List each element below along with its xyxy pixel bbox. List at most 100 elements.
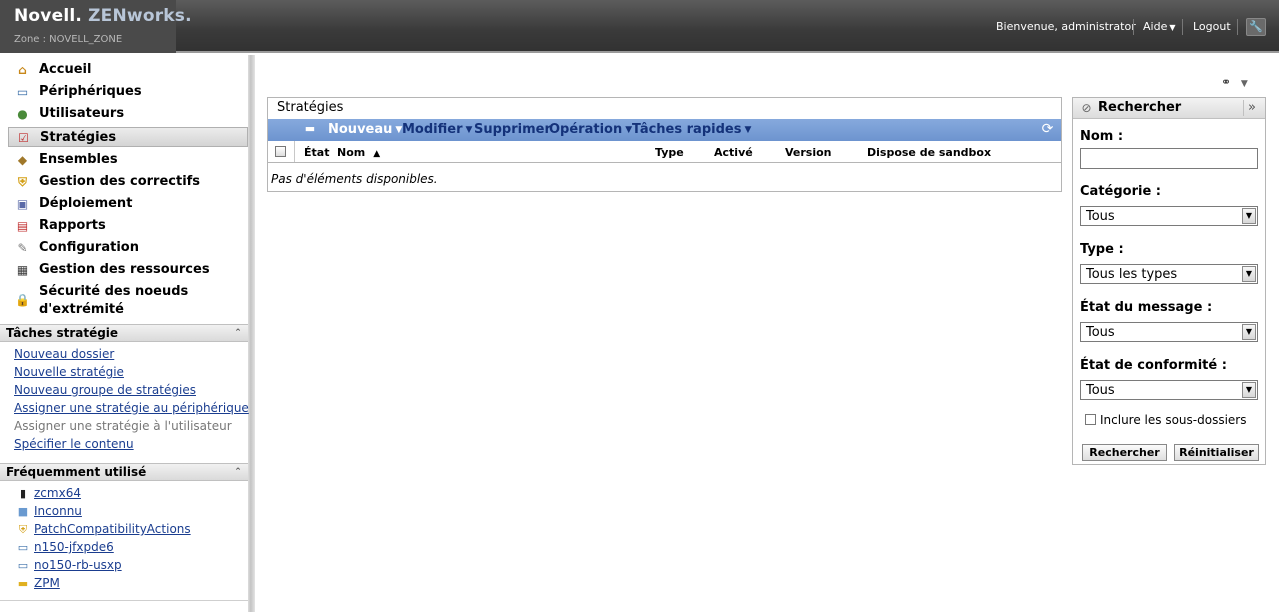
logout-link[interactable]: Logout <box>1193 20 1231 33</box>
search-icon: ⊘ <box>1081 101 1092 115</box>
include-subfolders-checkbox[interactable] <box>1085 414 1096 425</box>
nav-item-label: Gestion des correctifs <box>39 174 201 189</box>
column-type[interactable]: Type <box>655 146 684 159</box>
chevron-down-icon[interactable]: ▼ <box>1242 324 1256 340</box>
nav-item-label: Configuration <box>39 240 139 255</box>
task-specifier-contenu[interactable]: Spécifier le contenu <box>14 437 134 451</box>
etat-message-value: Tous <box>1086 325 1115 340</box>
sidebar-divider <box>0 600 248 601</box>
type-select[interactable]: Tous les types ▼ <box>1080 264 1258 284</box>
frequent-item-label[interactable]: Inconnu <box>34 504 82 518</box>
type-label: Type : <box>1080 242 1124 257</box>
frequent-item-label[interactable]: no150-rb-usxp <box>34 558 122 572</box>
brand-novell: Novell. <box>14 6 83 26</box>
help-label: Aide <box>1143 20 1168 33</box>
type-value: Tous les types <box>1086 267 1178 282</box>
collapse-icon[interactable]: ⌃ <box>232 327 244 339</box>
nouveau-label: Nouveau <box>328 122 393 137</box>
conformite-value: Tous <box>1086 383 1115 398</box>
policies-panel: Stratégies ▬ Nouveau ▼ Modifier ▼ Supprime… <box>267 97 1062 192</box>
nav-item-accueil[interactable]: ⌂ Accueil <box>8 60 248 80</box>
frequent-item-label[interactable]: zcmx64 <box>34 486 81 500</box>
task-nouveau-groupe[interactable]: Nouveau groupe de stratégies <box>14 383 196 397</box>
panel-title: Stratégies <box>268 98 1061 119</box>
search-panel: ⊘ Rechercher » Nom : Catégorie : Tous ▼ … <box>1072 97 1266 465</box>
chevron-down-icon[interactable]: ▼ <box>1242 382 1256 398</box>
welcome-text: Bienvenue, administrator <box>996 20 1136 33</box>
categorie-select[interactable]: Tous ▼ <box>1080 206 1258 226</box>
frequent-panel-header[interactable]: Fréquemment utilisé ⌃ <box>0 463 248 481</box>
frequent-item-label[interactable]: ZPM <box>34 576 60 590</box>
nav-item-strategies[interactable]: ☑ Stratégies <box>8 127 248 147</box>
nav-item-configuration[interactable]: ✎ Configuration <box>8 238 248 258</box>
workstation-icon: ▭ <box>17 541 29 554</box>
nav-item-ressources[interactable]: ▦ Gestion des ressources <box>8 260 248 280</box>
bundle-icon: ◆ <box>17 153 28 167</box>
frequent-item-label[interactable]: n150-jfxpde6 <box>34 540 114 554</box>
refresh-icon[interactable]: ⟳ <box>1040 122 1055 137</box>
users-icon: ● <box>17 107 28 121</box>
sort-asc-icon: ▲ <box>373 149 381 159</box>
nav-item-utilisateurs[interactable]: ● Utilisateurs <box>8 104 248 124</box>
server-icon: ▮ <box>19 487 27 500</box>
link-icon: ⚭ <box>1221 75 1232 89</box>
modifier-label: Modifier <box>402 122 463 137</box>
chevron-down-icon: ▼ <box>1169 23 1176 32</box>
nav-item-deploiement[interactable]: ▣ Déploiement <box>8 194 248 214</box>
nav-item-label: Gestion des ressources <box>39 262 210 277</box>
brand-zenworks: ZENworks. <box>88 6 192 26</box>
report-icon: ▤ <box>16 219 29 233</box>
home-icon: ⌂ <box>18 63 27 77</box>
app-header: Novell. ZENworks. Zone : NOVELL_ZONE Bie… <box>0 0 1279 53</box>
nav-item-peripheriques[interactable]: ▭ Périphériques <box>8 82 248 102</box>
brand-logo: Novell. ZENworks. <box>14 6 192 26</box>
task-assigner-peripherique[interactable]: Assigner une stratégie au périphérique <box>14 401 249 415</box>
nav-item-label: Sécurité des noeuds d'extrémité <box>39 284 189 317</box>
column-sandbox[interactable]: Dispose de sandbox <box>867 146 991 159</box>
nouveau-menu[interactable]: Nouveau ▼ <box>328 121 402 139</box>
help-menu[interactable]: Aide ▼ <box>1143 20 1176 33</box>
workstation-icon: ▭ <box>17 559 29 572</box>
nav-item-rapports[interactable]: ▤ Rapports <box>8 216 248 236</box>
column-version[interactable]: Version <box>785 146 832 159</box>
conformite-select[interactable]: Tous ▼ <box>1080 380 1258 400</box>
shield-icon: ⛨ <box>18 523 28 536</box>
task-nouveau-dossier[interactable]: Nouveau dossier <box>14 347 114 361</box>
select-all-checkbox[interactable] <box>275 146 286 157</box>
policies-toolbar: ▬ Nouveau ▼ Modifier ▼ Supprimer Opération… <box>268 119 1061 141</box>
nav-item-label: Rapports <box>39 218 106 233</box>
etat-message-label: État du message : <box>1080 300 1213 315</box>
reset-button[interactable]: Réinitialiser <box>1174 444 1259 461</box>
etat-message-select[interactable]: Tous ▼ <box>1080 322 1258 342</box>
zone-label: Zone : NOVELL_ZONE <box>14 34 123 45</box>
chevron-down-icon[interactable]: ▼ <box>1242 208 1256 224</box>
header-divider <box>1237 19 1238 35</box>
categorie-label: Catégorie : <box>1080 184 1161 199</box>
chevron-down-icon[interactable]: ▼ <box>1242 266 1256 282</box>
task-nouvelle-strategie[interactable]: Nouvelle stratégie <box>14 365 124 379</box>
modifier-menu[interactable]: Modifier ▼ <box>402 121 472 139</box>
expand-icon[interactable]: » <box>1243 100 1260 116</box>
frequent-item-label[interactable]: PatchCompatibilityActions <box>34 522 191 536</box>
column-nom[interactable]: Nom ▲ <box>337 146 380 159</box>
collapse-icon[interactable]: ⌃ <box>232 466 244 478</box>
shield-icon: ⛨ <box>17 175 27 189</box>
nav-item-ensembles[interactable]: ◆ Ensembles <box>8 150 248 170</box>
bookmark-link-menu[interactable]: ⚭ ▼ <box>1221 75 1248 89</box>
search-button[interactable]: Rechercher <box>1082 444 1167 461</box>
nav-item-correctifs[interactable]: ⛨ Gestion des correctifs <box>8 172 248 192</box>
column-etat[interactable]: État <box>304 146 329 159</box>
taches-rapides-menu[interactable]: Tâches rapides ▼ <box>632 121 751 139</box>
tasks-panel-header[interactable]: Tâches stratégie ⌃ <box>0 324 248 342</box>
conformite-label: État de conformité : <box>1080 358 1227 373</box>
supprimer-button[interactable]: Supprimer <box>474 121 551 138</box>
tools-button[interactable]: 🔧 <box>1246 18 1266 36</box>
nav-item-label: Ensembles <box>39 152 118 167</box>
operation-menu[interactable]: Opération ▼ <box>549 121 632 139</box>
nom-input[interactable] <box>1080 148 1258 169</box>
column-active[interactable]: Activé <box>714 146 753 159</box>
sidebar-splitter[interactable] <box>248 55 255 612</box>
nav-item-label: Périphériques <box>39 84 142 99</box>
nav-item-securite[interactable]: 🔒 Sécurité des noeuds d'extrémité <box>8 283 248 319</box>
task-assigner-utilisateur: Assigner une stratégie à l'utilisateur <box>14 419 232 433</box>
